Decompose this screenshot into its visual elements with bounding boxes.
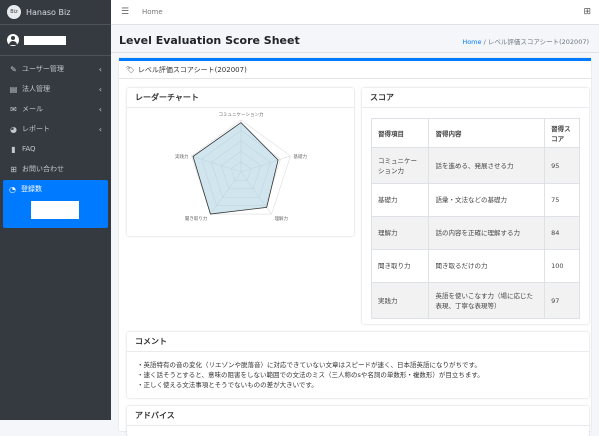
comment-line: ・速く話そうとすると、意味の阻害をしない範囲での文法のミス（三人称のsや名詞の単… [137,371,484,379]
cell-content: 聞き取るだけの力 [428,249,546,283]
building-icon: ▤ [9,84,18,94]
score-card-title: スコア [362,88,589,108]
book-icon: ▮ [11,144,16,154]
table-row: 理解力 話の内容を正確に理解する力 84 [370,216,580,250]
cell-item: コミュニケーション力 [370,147,430,184]
user-avatar-icon [7,34,19,46]
sidebar-item-registrations[interactable]: ◔ 登録数 [3,180,108,228]
radar-axis-label: 実践力 [175,153,189,160]
sidebar-item-label: ユーザー管理 [22,65,64,73]
radar-chart: コミュニケーション力基礎力理解力 聞き取り力 実践力 [175,111,307,222]
cell-item: 実践力 [370,282,430,319]
user-name-redacted [24,35,66,45]
score-sheet-card-header: 🏷 レベル評価スコアシート(202007) [119,61,591,79]
radar-axis-label: 理解力 [275,215,289,222]
sidebar-item-report[interactable]: ◕ レポート ‹ [0,119,111,139]
sidebar-item-label: 法人管理 [22,85,50,93]
comment-line: ・正しく使える文法事項とそうでないものの差が大きいです。 [137,381,318,389]
chevron-left-icon: ‹ [98,84,102,94]
cell-score: 100 [544,249,580,283]
comment-card: コメント ・英語特有の音の変化（リエゾンや脱落音）に対応できていない文章はスピー… [127,332,589,398]
chevron-left-icon: ‹ [98,104,102,114]
tag-icon: 🏷 [126,65,135,74]
breadcrumb-separator: / [483,38,486,46]
radar-axis-label: コミュニケーション力 [219,111,264,118]
chart-pie-icon: ◕ [10,124,17,134]
sidebar-item-contact[interactable]: ⊞ お問い合わせ [0,159,111,179]
score-table-header-row: 習得項目 習得内容 習得スコア [370,118,580,148]
chevron-left-icon: ‹ [98,64,102,74]
cell-content: 英語を使いこなす力（場に応じた表現、丁寧な表現等） [428,282,546,319]
mail-icon: ✉ [10,104,17,114]
cell-score: 75 [544,183,580,217]
content-divider [111,52,599,53]
hamburger-menu-icon[interactable]: ☰ [121,7,130,17]
cell-content: 話を進める、発展させる力 [428,147,546,184]
sidebar-nav: ✎ ユーザー管理 ‹ ▤ 法人管理 ‹ ✉ メール ‹ ◕ レポート ‹ ▮ F… [0,59,111,179]
breadcrumb-home-link[interactable]: Home [462,38,481,46]
cell-content: 語彙・文法などの基礎力 [428,183,546,217]
sidebar-item-registrations-header: ◔ 登録数 [3,180,108,198]
cell-content: 話の内容を正確に理解する力 [428,216,546,250]
breadcrumb: Home / レベル評価スコアシート(202007) [462,36,589,46]
comment-card-title: コメント [127,332,589,352]
score-table: 習得項目 習得内容 習得スコア コミュニケーション力 話を進める、発展させる力 … [370,118,580,319]
advice-card-title: アドバイス [127,406,589,426]
radar-chart-card: レーダーチャート コミュニケーション力基礎力理解力 聞き取り力 実践力 [127,88,354,236]
cell-item: 基礎力 [370,183,430,217]
table-row: 実践力 英語を使いこなす力（場に応じた表現、丁寧な表現等） 97 [370,282,580,319]
cell-score: 84 [544,216,580,250]
sidebar: Biz Hanaso Biz ✎ ユーザー管理 ‹ ▤ 法人管理 ‹ ✉ メール… [0,0,111,420]
cell-score: 95 [544,147,580,184]
brand-logo: Biz [7,5,21,19]
user-edit-icon: ✎ [10,64,17,74]
comment-body: ・英語特有の音の変化（リエゾンや脱落音）に対応できていない文章はスピードが速く、… [127,352,589,398]
grid-apps-icon[interactable]: ⊞ [583,7,591,17]
sidebar-item-faq[interactable]: ▮ FAQ [0,139,111,159]
registration-count-redacted [31,201,79,219]
sidebar-item-user-management[interactable]: ✎ ユーザー管理 ‹ [0,59,111,79]
plus-square-icon: ⊞ [10,164,17,174]
sidebar-item-mail[interactable]: ✉ メール ‹ [0,99,111,119]
cell-item: 理解力 [370,216,430,250]
table-row: 基礎力 語彙・文法などの基礎力 75 [370,183,580,217]
comment-line: ・英語特有の音の変化（リエゾンや脱落音）に対応できていない文章はスピードが速く、… [137,361,481,369]
sidebar-item-label: メール [22,105,43,113]
top-navbar: ☰ Home ⊞ [111,0,599,25]
brand-link[interactable]: Biz Hanaso Biz [0,0,111,25]
page-title: Level Evaluation Score Sheet [119,34,300,47]
sidebar-item-label: お問い合わせ [22,165,64,173]
dashboard-icon: ◔ [9,184,16,194]
sidebar-item-label: 登録数 [21,185,42,193]
column-header-item: 習得項目 [370,118,430,148]
sidebar-item-corporate-management[interactable]: ▤ 法人管理 ‹ [0,79,111,99]
top-nav-home-link[interactable]: Home [142,8,163,16]
table-row: コミュニケーション力 話を進める、発展させる力 95 [370,147,580,184]
user-panel[interactable] [0,25,111,56]
radar-chart-title: レーダーチャート [127,88,354,108]
cell-score: 97 [544,282,580,319]
sidebar-item-label: レポート [22,125,50,133]
score-card: スコア 習得項目 習得内容 習得スコア コミュニケーション力 話を進める、発展さ… [362,88,589,324]
score-sheet-card-title: レベル評価スコアシート(202007) [137,65,247,74]
cell-item: 聞き取り力 [370,249,430,283]
column-header-content: 習得内容 [428,118,546,148]
radar-axis-label: 基礎力 [293,153,307,160]
column-header-score: 習得スコア [544,118,580,148]
sidebar-item-label: FAQ [22,145,36,153]
table-row: 聞き取り力 聞き取るだけの力 100 [370,249,580,283]
advice-card: アドバイス [127,406,589,436]
chevron-left-icon: ‹ [98,124,102,134]
breadcrumb-current: レベル評価スコアシート(202007) [487,38,589,46]
brand-text: Hanaso Biz [26,7,71,17]
radar-axis-label: 聞き取り力 [185,215,208,222]
